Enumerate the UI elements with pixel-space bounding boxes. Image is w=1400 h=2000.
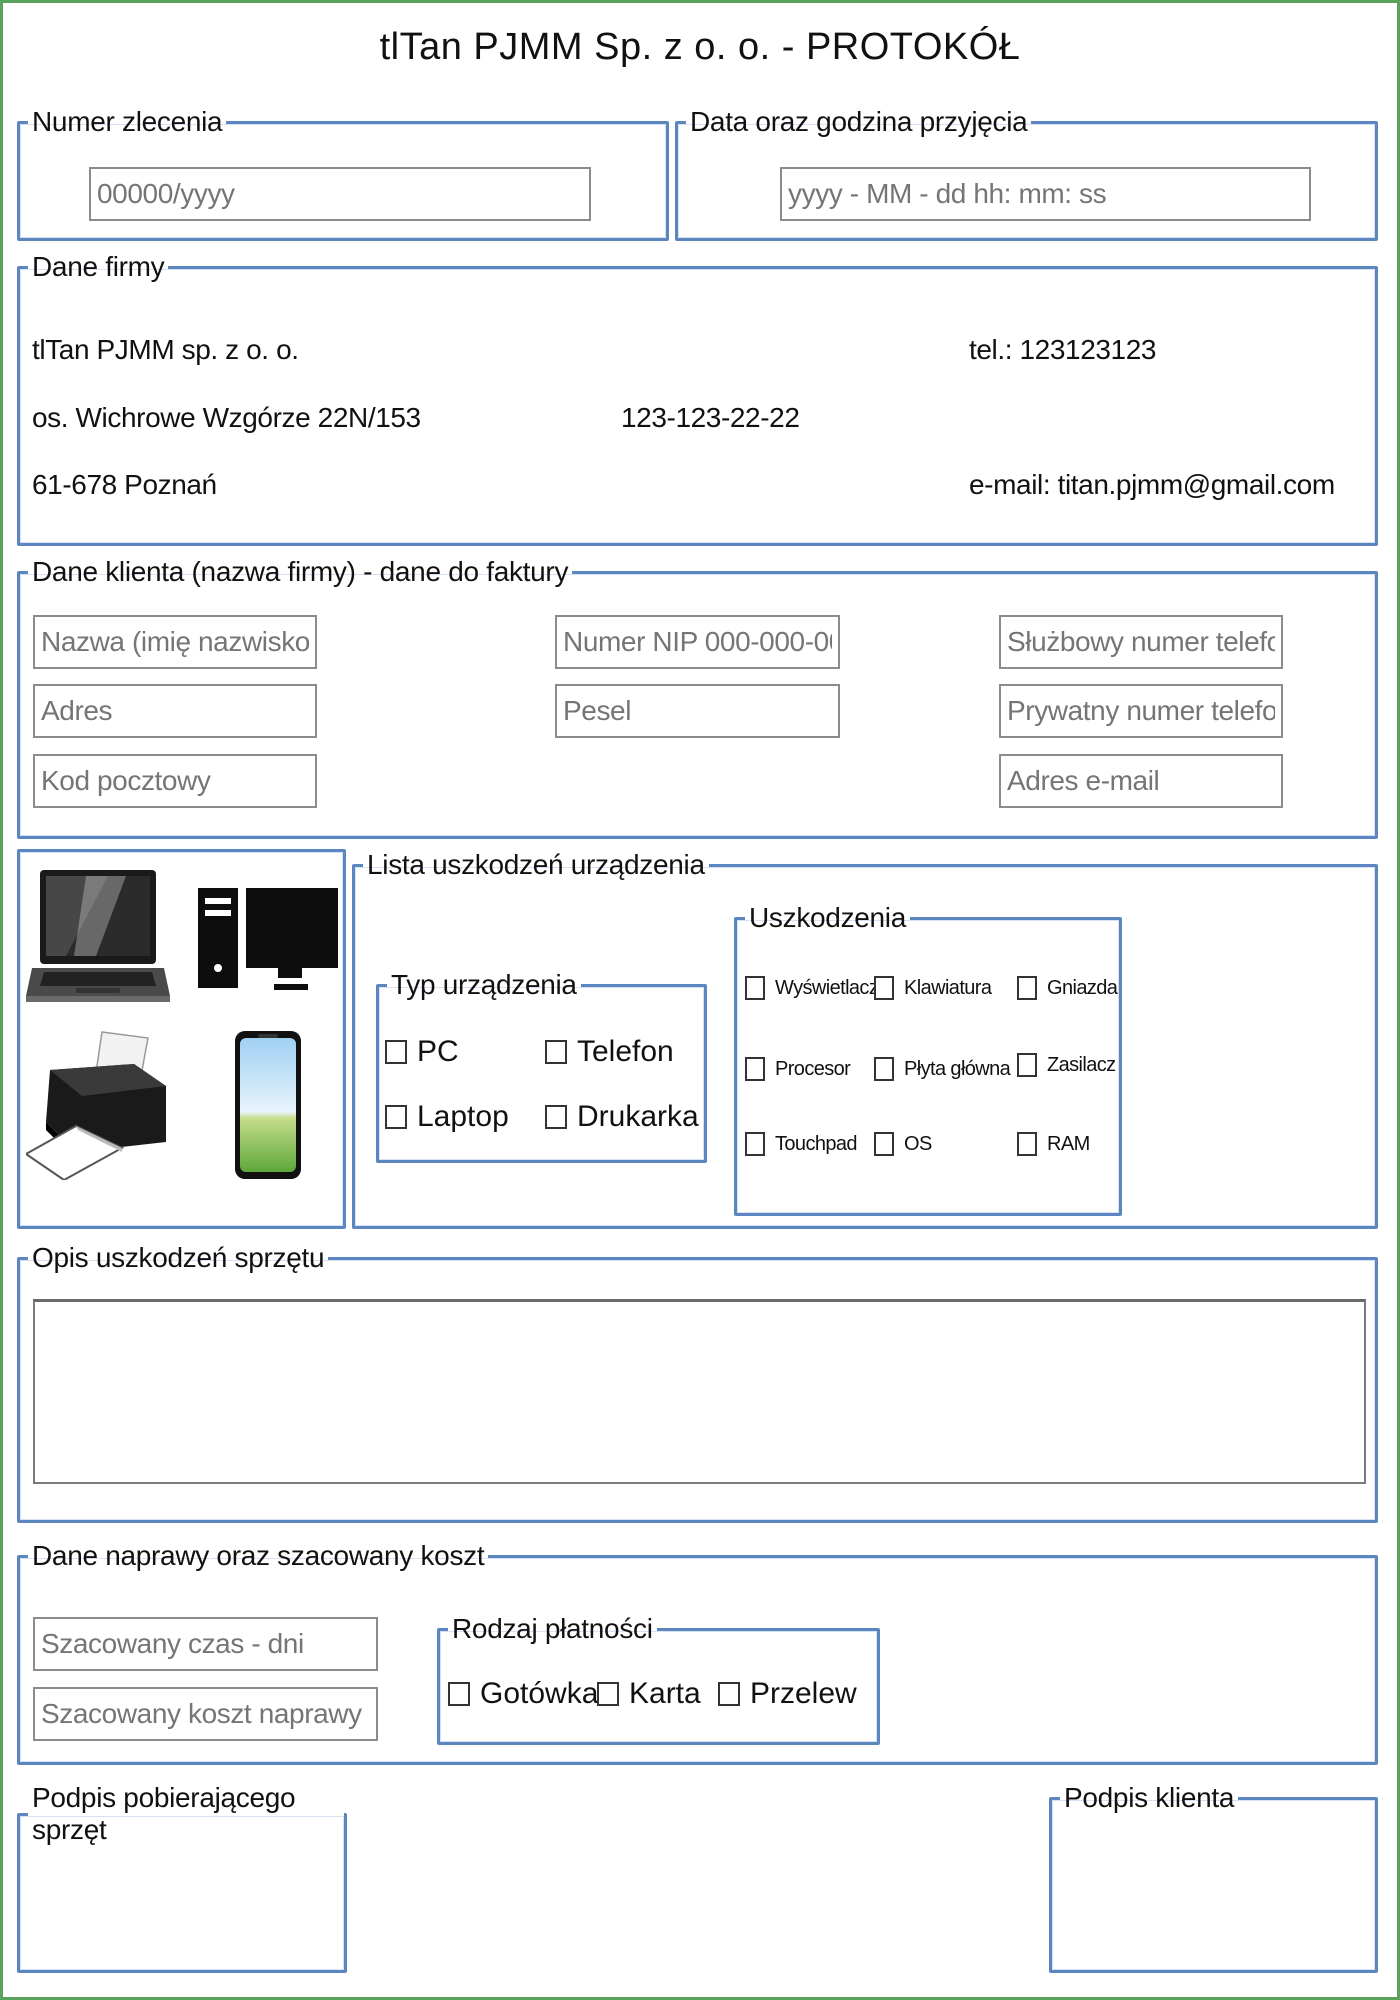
device-type-legend: Typ urządzenia <box>391 969 577 1000</box>
checkbox-label: Touchpad <box>775 1132 858 1155</box>
estimated-time-input[interactable] <box>33 1617 378 1671</box>
checkbox-box[interactable] <box>1017 1132 1037 1156</box>
payment-cash-checkbox[interactable]: Gotówka <box>448 1677 598 1711</box>
client-email-input[interactable] <box>999 754 1283 808</box>
client-private-phone-input[interactable] <box>999 684 1283 738</box>
company-city: 61-678 Poznań <box>32 469 217 500</box>
checkbox-box[interactable] <box>745 1132 765 1156</box>
damage-motherboard-checkbox[interactable]: Płyta główna <box>874 1057 1011 1081</box>
company-street: os. Wichrowe Wzgórze 22N/153 <box>32 402 421 433</box>
damage-cpu-checkbox[interactable]: Procesor <box>745 1057 851 1081</box>
checkbox-box[interactable] <box>745 976 765 1000</box>
checkbox-label: Karta <box>629 1677 701 1710</box>
company-name: tlTan PJMM sp. z o. o. <box>32 334 299 365</box>
damage-keyboard-checkbox[interactable]: Klawiatura <box>874 976 992 1000</box>
checkbox-box[interactable] <box>718 1682 740 1706</box>
checkbox-label: Procesor <box>775 1057 851 1080</box>
checkbox-label: Zasilacz <box>1047 1053 1116 1076</box>
client-signature-group[interactable]: Podpis klienta <box>1049 1782 1378 1973</box>
company-email: e-mail: titan.pjmm@gmail.com <box>969 469 1335 500</box>
company-data-group: Dane firmy <box>17 251 1378 546</box>
checkbox-label: Laptop <box>417 1100 509 1133</box>
payment-card-checkbox[interactable]: Karta <box>597 1677 701 1711</box>
checkbox-label: Telefon <box>577 1035 674 1068</box>
date-time-legend: Data oraz godzina przyjęcia <box>690 106 1028 137</box>
checkbox-box[interactable] <box>1017 1053 1037 1077</box>
damage-display-checkbox[interactable]: Wyświetlacz <box>745 976 879 1000</box>
company-nip: 123-123-22-22 <box>621 402 800 433</box>
checkbox-box[interactable] <box>597 1682 619 1706</box>
checkbox-label: Gniazda <box>1047 976 1118 999</box>
damages-legend: Uszkodzenia <box>749 902 907 933</box>
laptop-icon <box>26 870 170 1002</box>
order-number-legend: Numer zlecenia <box>32 106 223 137</box>
client-name-input[interactable] <box>33 615 317 669</box>
repair-data-legend: Dane naprawy oraz szacowany koszt <box>32 1540 485 1571</box>
checkbox-label: OS <box>904 1132 932 1155</box>
checkbox-box[interactable] <box>385 1105 407 1129</box>
damage-ports-checkbox[interactable]: Gniazda <box>1017 976 1118 1000</box>
damage-touchpad-checkbox[interactable]: Touchpad <box>745 1132 858 1156</box>
damage-list-legend: Lista uszkodzeń urządzenia <box>367 849 705 880</box>
checkbox-label: Przelew <box>750 1677 857 1710</box>
checkbox-label: RAM <box>1047 1132 1090 1155</box>
payment-type-legend: Rodzaj płatności <box>452 1613 653 1644</box>
staff-signature-group[interactable]: Podpis pobierającego sprzęt <box>17 1782 347 1973</box>
client-data-legend: Dane klienta (nazwa firmy) - dane do fak… <box>32 556 569 587</box>
checkbox-label: Wyświetlacz <box>775 976 879 999</box>
client-work-phone-input[interactable] <box>999 615 1283 669</box>
checkbox-label: Klawiatura <box>904 976 992 999</box>
desktop-pc-icon <box>198 888 338 990</box>
estimated-cost-input[interactable] <box>33 1687 378 1741</box>
damage-psu-checkbox[interactable]: Zasilacz <box>1017 1053 1116 1077</box>
checkbox-box[interactable] <box>874 1057 894 1081</box>
damage-ram-checkbox[interactable]: RAM <box>1017 1132 1090 1156</box>
checkbox-label: Gotówka <box>480 1677 599 1710</box>
device-type-pc-checkbox[interactable]: PC <box>385 1035 459 1069</box>
checkbox-box[interactable] <box>874 1132 894 1156</box>
checkbox-label: PC <box>417 1035 459 1068</box>
date-time-input[interactable] <box>780 167 1311 221</box>
checkbox-box[interactable] <box>448 1682 470 1706</box>
page-title: tlTan PJMM Sp. z o. o. - PROTOKÓŁ <box>379 26 1021 68</box>
staff-signature-legend: Podpis pobierającego sprzęt <box>32 1782 296 1845</box>
damage-description-textarea[interactable] <box>33 1299 1366 1484</box>
order-number-input[interactable] <box>89 167 591 221</box>
payment-transfer-checkbox[interactable]: Przelew <box>718 1677 857 1711</box>
client-pesel-input[interactable] <box>555 684 840 738</box>
client-address-input[interactable] <box>33 684 317 738</box>
checkbox-label: Drukarka <box>577 1100 699 1133</box>
damage-description-legend: Opis uszkodzeń sprzętu <box>32 1242 325 1273</box>
checkbox-label: Płyta główna <box>904 1057 1011 1080</box>
client-signature-legend: Podpis klienta <box>1064 1782 1235 1813</box>
printer-icon <box>26 1031 166 1180</box>
smartphone-icon <box>235 1031 301 1179</box>
checkbox-box[interactable] <box>545 1040 567 1064</box>
checkbox-box[interactable] <box>874 976 894 1000</box>
checkbox-box[interactable] <box>545 1105 567 1129</box>
device-type-laptop-checkbox[interactable]: Laptop <box>385 1100 509 1134</box>
company-phone: tel.: 123123123 <box>969 334 1157 365</box>
client-postcode-input[interactable] <box>33 754 317 808</box>
checkbox-box[interactable] <box>385 1040 407 1064</box>
device-type-phone-checkbox[interactable]: Telefon <box>545 1035 674 1069</box>
client-nip-input[interactable] <box>555 615 840 669</box>
device-type-printer-checkbox[interactable]: Drukarka <box>545 1100 699 1134</box>
company-data-legend: Dane firmy <box>32 251 165 282</box>
checkbox-box[interactable] <box>1017 976 1037 1000</box>
checkbox-box[interactable] <box>745 1057 765 1081</box>
damage-os-checkbox[interactable]: OS <box>874 1132 932 1156</box>
